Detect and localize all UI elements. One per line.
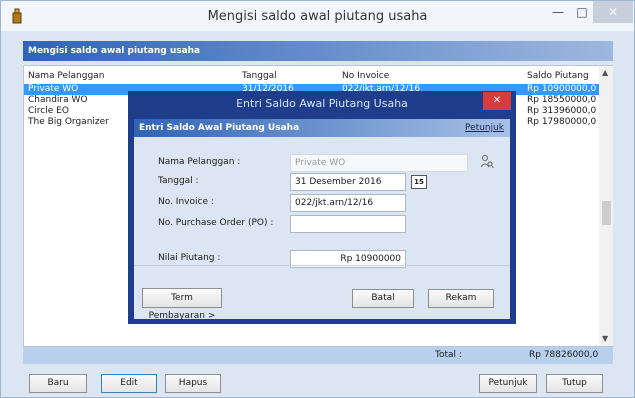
no-invoice-field[interactable]: 022/jkt.arn/12/16 (290, 194, 406, 212)
dialog-close-button[interactable]: ✕ (483, 92, 511, 110)
save-button[interactable]: Rekam (428, 289, 494, 308)
term-pembayaran-button[interactable]: Term Pembayaran > (142, 288, 222, 321)
nama-pelanggan-field[interactable]: Private WO (290, 154, 468, 172)
calendar-icon[interactable]: 15 (411, 175, 427, 189)
scroll-down-icon[interactable]: ▼ (602, 334, 608, 343)
total-value: Rp 78826000,0 (529, 350, 599, 360)
no-po-field[interactable] (290, 215, 406, 233)
cell-nama: Chandira WO (28, 95, 88, 105)
entry-dialog: Entri Saldo Awal Piutang Usaha ✕ Entri S… (128, 91, 516, 324)
label-nama-pelanggan: Nama Pelanggan : (158, 157, 241, 167)
tanggal-field[interactable]: 31 Desember 2016 (290, 173, 406, 191)
label-no-po: No. Purchase Order (PO) : (158, 218, 274, 228)
column-header-tanggal[interactable]: Tanggal (242, 71, 277, 81)
label-tanggal: Tanggal : (158, 176, 199, 186)
dialog-help-link[interactable]: Petunjuk (465, 119, 504, 137)
column-header-saldo[interactable]: Saldo Piutang (527, 71, 589, 81)
edit-button[interactable]: Edit (101, 374, 157, 393)
cell-nama: Private WO (28, 84, 79, 94)
cell-saldo: Rp 31396000,0 (527, 106, 597, 116)
section-header: Mengisi saldo awal piutang usaha (23, 41, 613, 61)
label-nilai-piutang: Nilai Piutang : (158, 253, 221, 263)
dialog-divider (134, 265, 510, 266)
dialog-header: Entri Saldo Awal Piutang Usaha Petunjuk (134, 119, 510, 137)
window-title: Mengisi saldo awal piutang usaha (207, 9, 428, 24)
label-no-invoice: No. Invoice : (158, 197, 214, 207)
column-header-invoice[interactable]: No Invoice (342, 71, 389, 81)
scroll-up-icon[interactable]: ▲ (602, 68, 608, 77)
cell-nama: Circle EO (28, 106, 69, 116)
close-button[interactable]: ✕ (593, 1, 633, 23)
dialog-header-title: Entri Saldo Awal Piutang Usaha (139, 123, 300, 133)
cell-nama: The Big Organizer (28, 117, 109, 127)
help-button[interactable]: Petunjuk (479, 374, 537, 393)
cell-saldo: Rp 17980000,0 (527, 117, 597, 127)
close-window-button[interactable]: Tutup (546, 374, 603, 393)
vertical-scrollbar[interactable]: ▲ ▼ (599, 66, 613, 346)
total-label: Total : (435, 350, 462, 360)
cell-saldo: Rp 18550000,0 (527, 95, 597, 105)
title-bar: Mengisi saldo awal piutang usaha — □ ✕ (1, 1, 634, 31)
delete-button[interactable]: Hapus (165, 374, 221, 393)
column-header-nama[interactable]: Nama Pelanggan (28, 71, 104, 81)
new-button[interactable]: Baru (29, 374, 87, 393)
people-search-icon[interactable] (480, 154, 494, 170)
total-bar: Total : Rp 78826000,0 (23, 347, 613, 364)
cancel-button[interactable]: Batal (352, 289, 414, 308)
scroll-thumb[interactable] (602, 201, 611, 225)
cell-saldo: Rp 10900000,0 (527, 84, 597, 94)
dialog-body: Entri Saldo Awal Piutang Usaha Petunjuk … (134, 119, 510, 321)
dialog-title: Entri Saldo Awal Piutang Usaha (236, 97, 408, 110)
